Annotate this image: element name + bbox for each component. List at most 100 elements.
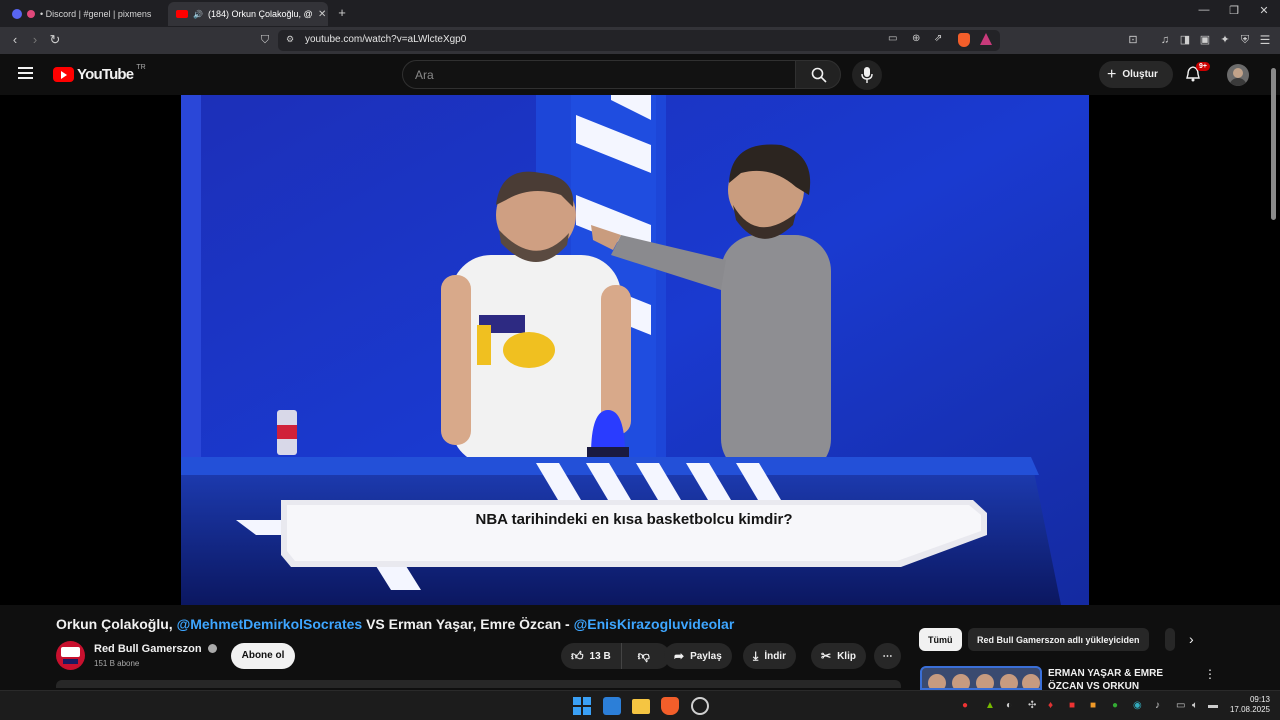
search-input[interactable]: Ara	[402, 60, 796, 89]
search-button[interactable]	[795, 60, 841, 89]
tray-app-icon[interactable]: ◐	[1006, 700, 1012, 711]
avatar[interactable]	[1227, 64, 1249, 86]
channel-name[interactable]: Red Bull Gamerszon	[94, 643, 217, 655]
title-text: VS Erman Yaşar, Emre Özcan -	[362, 616, 574, 632]
windows-taskbar: ● ▲ ◐ ✣ ♦ ■ ■ ● ◉ ♪ ▭ 🔈︎ ▬ 09:13 17.08.2…	[0, 690, 1280, 720]
thumbs-down-icon: 👎︎	[637, 648, 650, 663]
youtube-play-icon	[53, 67, 74, 82]
download-icon: ⤓	[753, 648, 759, 663]
tray-app-icon[interactable]: ♦	[1048, 700, 1053, 711]
video-title: Orkun Çolakoğlu, @MehmetDemirkolSocrates…	[56, 616, 734, 632]
page-scrollbar[interactable]	[1271, 68, 1276, 220]
speaker-icon: 🔊	[193, 9, 203, 19]
network-icon[interactable]: ▭	[1176, 700, 1185, 711]
description-box[interactable]	[56, 680, 901, 688]
tray-app-icon[interactable]: ■	[1069, 700, 1075, 711]
steam-icon[interactable]	[691, 697, 709, 715]
cast-icon[interactable]: ▭	[888, 33, 897, 44]
audio-icon	[27, 10, 35, 18]
windows-start-icon[interactable]	[573, 697, 591, 715]
voice-search-button[interactable]	[852, 60, 882, 90]
like-dislike-group: 👍︎ 13 B 👎︎	[561, 643, 670, 669]
youtube-favicon-icon	[176, 10, 188, 18]
download-button[interactable]: ⤓ İndir	[743, 643, 796, 669]
reload-icon[interactable]: ↻	[46, 32, 64, 48]
verified-icon	[207, 644, 217, 653]
tab-close-icon[interactable]: ✕	[318, 9, 326, 20]
minimize-icon[interactable]: —	[1194, 4, 1214, 16]
search-placeholder: Ara	[415, 68, 434, 82]
chip-all[interactable]: Tümü	[919, 628, 962, 651]
tray-app-icon[interactable]: ●	[1112, 700, 1118, 711]
tray-app-icon[interactable]: ✣	[1028, 700, 1036, 711]
gallery-icon[interactable]	[603, 697, 621, 715]
restore-icon[interactable]: ❐	[1224, 4, 1244, 17]
download-label: İndir	[764, 650, 786, 662]
forward-icon[interactable]: ›	[26, 32, 44, 48]
system-clock[interactable]: 09:13 17.08.2025	[1226, 695, 1270, 715]
plus-icon: +	[1107, 65, 1117, 83]
notifications-button[interactable]: 9+	[1186, 62, 1210, 84]
video-frame[interactable]: NBA tarihindeki en kısa basketbolcu kimd…	[181, 95, 1089, 605]
recommended-video-thumbnail[interactable]	[920, 666, 1042, 690]
tab-youtube[interactable]: 🔊 (184) Orkun Çolakoğlu, @Me ✕	[168, 2, 328, 26]
mention-link[interactable]: @MehmetDemirkolSocrates	[177, 616, 363, 632]
video-scene	[181, 95, 1089, 605]
question-banner-text: NBA tarihindeki en kısa basketbolcu kimd…	[475, 511, 793, 528]
subscribe-button[interactable]: Abone ol	[231, 643, 295, 669]
tray-app-icon[interactable]: ▲	[985, 700, 995, 711]
kebab-menu-icon[interactable]: ⋮	[1204, 667, 1216, 681]
tray-app-icon[interactable]: ◉	[1133, 700, 1142, 711]
microphone-tray-icon[interactable]: ♪	[1155, 700, 1160, 711]
bookmark-icon[interactable]: ⛉	[256, 32, 274, 48]
subscriber-count: 151 B abone	[94, 659, 140, 668]
youtube-header: YouTube TR Ara + Oluştur 9+	[0, 54, 1280, 95]
tray-app-icon[interactable]: ●	[962, 700, 968, 711]
hamburger-menu-icon[interactable]	[18, 67, 33, 79]
battery-icon[interactable]: ▬	[1208, 700, 1218, 711]
tab-label: • Discord | #genel | pixmens	[40, 9, 152, 19]
scissors-icon: ✂	[821, 649, 832, 663]
close-window-icon[interactable]: ✕	[1254, 4, 1274, 17]
zoom-icon[interactable]: ⊕	[912, 33, 920, 44]
volume-icon[interactable]: 🔈︎	[1192, 700, 1198, 711]
new-tab-button[interactable]: +	[332, 5, 352, 20]
address-bar[interactable]: ⚙ youtube.com/watch?v=aLWlcteXgp0 ▭ ⊕ ⇗	[278, 30, 1000, 51]
video-player[interactable]: NBA tarihindeki en kısa basketbolcu kimd…	[0, 95, 1280, 605]
brave-rewards-icon[interactable]	[980, 33, 992, 45]
search-icon	[811, 67, 827, 83]
like-button[interactable]: 👍︎ 13 B	[561, 643, 622, 669]
chip-from-uploader[interactable]: Red Bull Gamerszon adlı yükleyiciden	[968, 628, 1149, 651]
tray-app-icon[interactable]: ■	[1090, 700, 1096, 711]
clip-button[interactable]: ✂ Klip	[811, 643, 866, 669]
back-icon[interactable]: ‹	[6, 32, 24, 48]
chip-more[interactable]	[1165, 628, 1175, 651]
media-icon[interactable]: ♫	[1156, 32, 1174, 48]
create-button[interactable]: + Oluştur	[1099, 61, 1173, 88]
site-info-icon[interactable]: ⚙	[286, 34, 294, 45]
youtube-logo[interactable]: YouTube TR	[53, 64, 146, 83]
like-count: 13 B	[589, 650, 611, 662]
more-actions-button[interactable]: ⋯	[874, 643, 901, 669]
chevron-right-icon[interactable]: ›	[1189, 631, 1194, 647]
brave-shields-icon[interactable]	[958, 33, 970, 47]
leo-ai-icon[interactable]: ✦	[1216, 32, 1234, 48]
browser-tab-strip: • Discord | #genel | pixmens 🔊 (184) Ork…	[0, 0, 1280, 27]
share-url-icon[interactable]: ⇗	[934, 33, 942, 44]
menu-icon[interactable]: ☰	[1256, 32, 1274, 48]
thumbs-up-icon: 👍︎	[571, 648, 584, 663]
sidebar-icon[interactable]: ◨	[1176, 32, 1194, 48]
url-text: youtube.com/watch?v=aLWlcteXgp0	[305, 34, 467, 45]
dislike-button[interactable]: 👎︎	[628, 649, 660, 664]
share-button[interactable]: ➦ Paylaş	[664, 643, 732, 669]
title-text: Orkun Çolakoğlu,	[56, 616, 177, 632]
screenshot-icon[interactable]: ⊡	[1124, 32, 1142, 48]
vpn-icon[interactable]: ⛨	[1236, 32, 1254, 48]
wallet-icon[interactable]: ▣	[1196, 32, 1214, 48]
tab-discord[interactable]: • Discord | #genel | pixmens	[4, 2, 164, 26]
channel-avatar[interactable]	[56, 641, 85, 670]
mention-link[interactable]: @EnisKirazogluvideolar	[574, 616, 735, 632]
file-explorer-icon[interactable]	[632, 699, 650, 714]
notification-badge: 9+	[1196, 62, 1210, 71]
brave-browser-icon[interactable]	[661, 697, 679, 715]
